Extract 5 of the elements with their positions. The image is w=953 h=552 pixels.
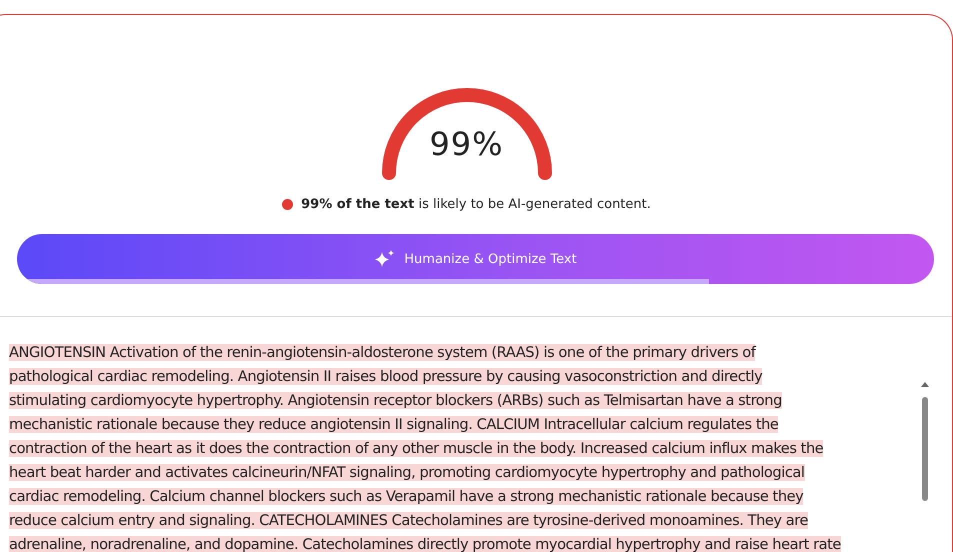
verdict-text: 99% of the text is likely to be AI-generated content. [301, 197, 651, 212]
analyzed-text: ANGIOTENSIN Activation of the renin-angiotensin-aldosterone system (RAAS) is one of the primary drivers of pathological cardiac remodeling. Angiotensin II raises blood pressure by causing vasoconstriction and directly stimulating cardiomyocyte hypertrophy. Angiotensin receptor blockers (ARBs) such as Telmisartan have a strong mechanistic rationale because they reduce angiotensin II signaling. CALCIUM Intracellular calcium regulates the contraction of the heart as it does the contraction of any other muscle in the body. Increased calcium influx makes the heart beat harder and activates calcineurin/NFAT signaling, promoting cardiomyocyte hypertrophy and pathological cardiac remodeling. Calcium channel blockers such as Verapamil have a strong mechanistic rationale because they reduce calcium entry and signaling. CATECHOLAMINES Catecholamines are tyrosine-derived monoamines. They are adrenaline, noradrenaline, and dopamine. Catecholamines directly promote myocardial hypertrophy and raise heart rate [9, 343, 842, 552]
gauge-reading: 99% [429, 125, 504, 163]
sparkle-icon [374, 250, 396, 268]
humanize-button[interactable]: Humanize & Optimize Text [17, 234, 934, 284]
